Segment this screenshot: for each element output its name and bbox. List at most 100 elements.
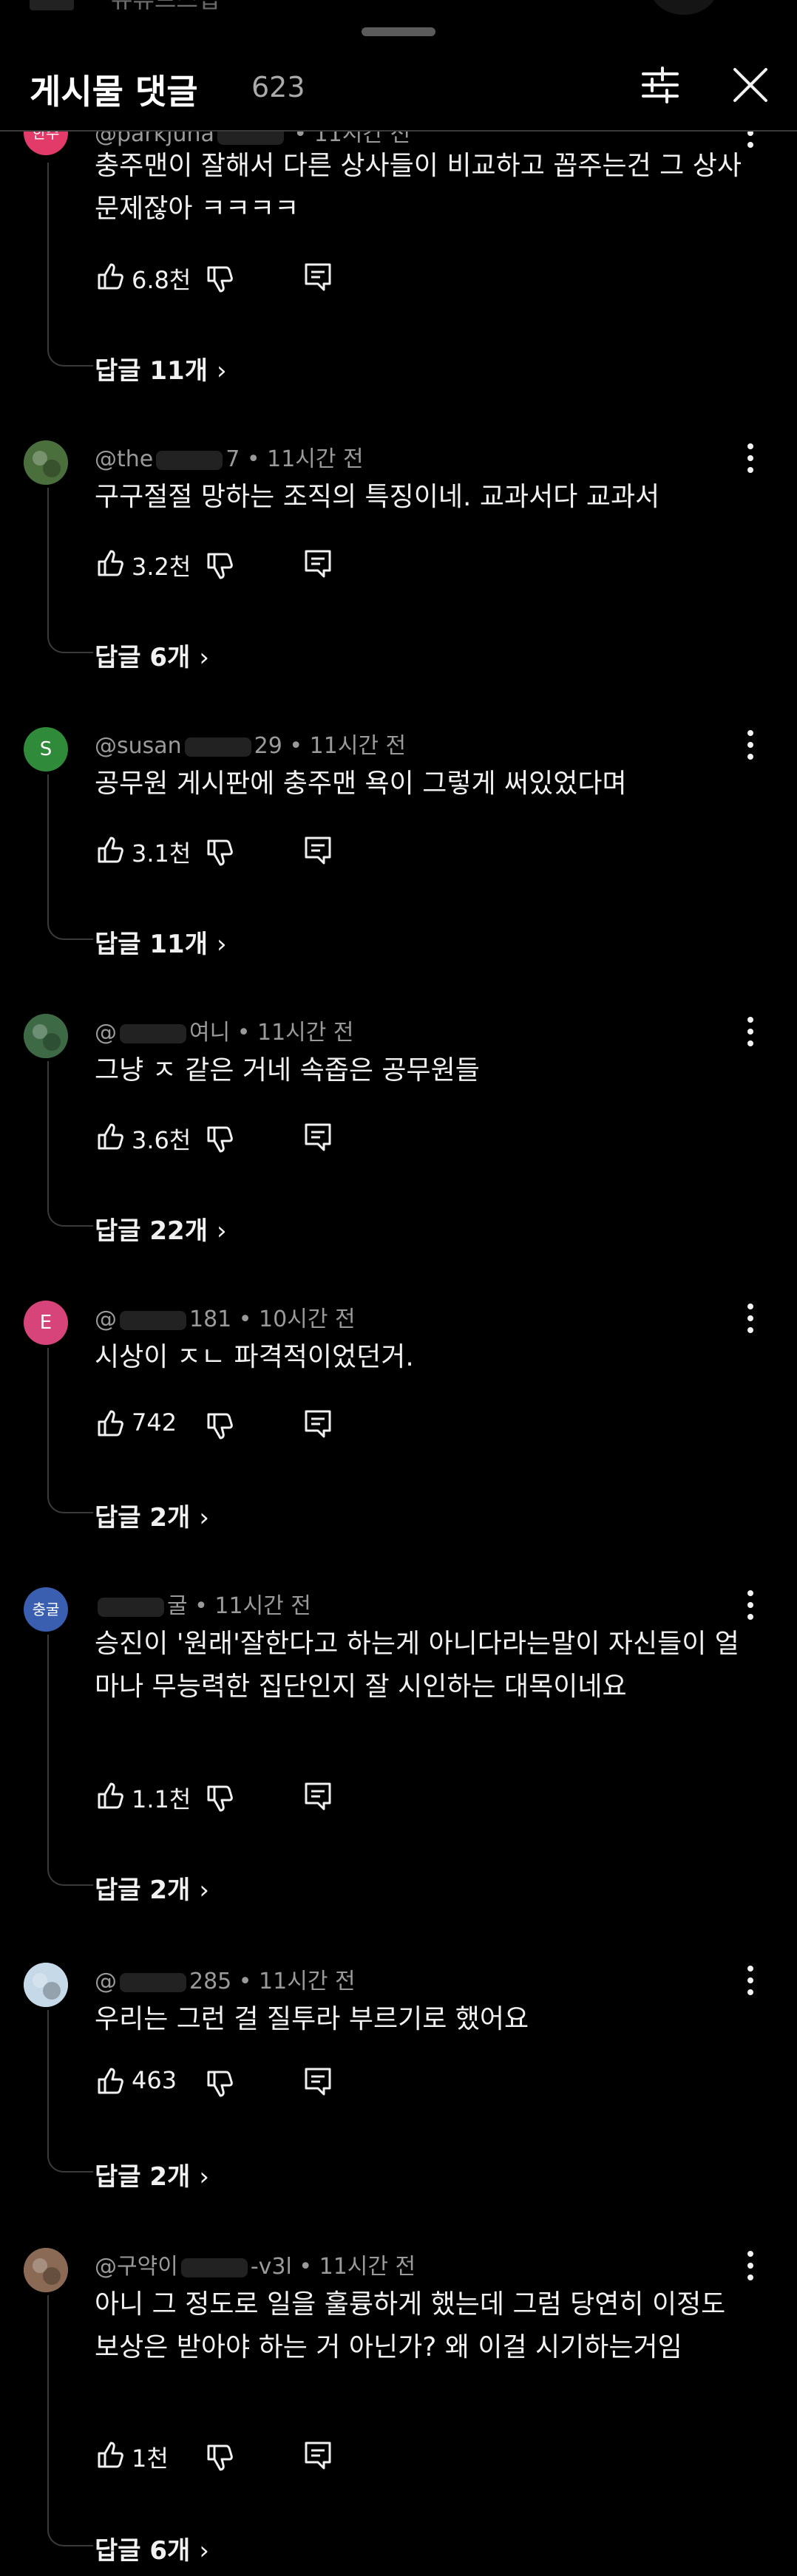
author-handle-suffix: 여니 [189,1020,231,1046]
more-options-icon[interactable] [732,1958,769,2003]
dislike-icon[interactable] [204,2068,237,2100]
dislike-icon[interactable] [204,1123,237,1156]
view-replies-button[interactable]: 답글 2개 › [95,1497,209,1533]
dislike-icon[interactable] [204,1410,237,1442]
thread-line [47,1635,93,1886]
avatar[interactable] [24,440,68,485]
background-button [651,0,717,15]
like-icon[interactable] [95,1407,127,1439]
comment-text: 공무원 게시판에 충주맨 욕이 그렇게 써있었다며 [95,769,627,799]
view-replies-button[interactable]: 답글 11개 › [95,350,227,386]
replies-label: 답글 11개 [95,356,208,386]
like-icon[interactable] [95,260,127,293]
author-handle[interactable]: @구약이 [95,2254,178,2280]
avatar[interactable] [24,1963,68,2007]
like-icon[interactable] [95,547,127,579]
like-count: 3.2천 [132,553,191,581]
author-handle-suffix: 굴 [167,1593,188,1619]
reply-icon[interactable] [302,1779,334,1812]
dislike-icon[interactable] [204,2442,237,2474]
comment-time: 11시간 전 [214,1593,311,1619]
chevron-right-icon: › [199,2162,209,2192]
like-icon[interactable] [95,1120,127,1153]
meta-separator: • [291,2254,319,2280]
redacted-handle [98,1597,164,1617]
avatar[interactable]: E [24,1301,68,1345]
avatar[interactable]: 충굴 [24,1587,68,1632]
view-replies-button[interactable]: 답글 11개 › [95,924,227,960]
like-icon[interactable] [95,2439,127,2471]
dislike-icon[interactable] [204,263,237,296]
page-title: 게시물 댓글 [30,72,198,112]
redacted-handle [120,1023,186,1043]
background-avatar [30,0,74,10]
more-options-icon[interactable] [732,436,769,480]
redacted-handle [120,1972,186,1992]
comment-meta: @285 • 11시간 전 [95,1963,356,1995]
redacted-handle [156,450,223,470]
drag-handle[interactable] [362,27,435,36]
filter-sliders-icon[interactable] [634,59,686,111]
dislike-icon[interactable] [204,1782,237,1815]
replies-label: 답글 6개 [95,2536,191,2566]
chevron-right-icon: › [199,643,209,672]
close-icon[interactable] [725,59,776,111]
meta-separator: • [231,1969,260,1994]
comment-actions: 742 [95,1404,612,1448]
more-options-icon[interactable] [732,2243,769,2288]
like-icon[interactable] [95,834,127,866]
view-replies-button[interactable]: 답글 2개 › [95,2156,209,2192]
like-count: 6.8천 [132,266,191,294]
more-options-icon[interactable] [732,723,769,767]
comment-actions: 1천 [95,2436,612,2480]
comment-meta: @181 • 10시간 전 [95,1301,356,1333]
view-replies-button[interactable]: 답글 6개 › [95,2530,209,2566]
more-options-icon[interactable] [732,1009,769,1054]
thread-line [47,488,93,653]
dislike-icon[interactable] [204,550,237,582]
dislike-icon[interactable] [204,836,237,869]
meta-separator: • [240,446,268,472]
reply-icon[interactable] [302,1407,334,1439]
reply-icon[interactable] [302,547,334,579]
author-handle[interactable]: @the [95,446,153,472]
like-count: 3.1천 [132,839,191,868]
thread-line [47,163,93,367]
comment-actions: 1.1천 [95,1776,612,1821]
thread-line [47,1061,93,1227]
comment-actions: 3.1천 [95,831,612,875]
comments-header: 게시물 댓글 623 [0,44,797,132]
author-handle[interactable]: @ [95,1020,117,1046]
avatar[interactable] [24,2248,68,2292]
avatar[interactable] [24,1014,68,1058]
author-handle[interactable]: @ [95,1969,117,1994]
like-icon[interactable] [95,1779,127,1812]
like-count: 1.1천 [132,1785,191,1813]
comment-time: 10시간 전 [259,1306,356,1332]
author-handle[interactable]: @ [95,1306,117,1332]
comment-text: 그냥 ㅈ 같은 거네 속좁은 공무원들 [95,1055,480,1086]
background-channel-name: 유튜브스텁 [111,0,220,15]
comment-time: 11시간 전 [309,733,407,759]
reply-icon[interactable] [302,2439,334,2471]
more-options-icon[interactable] [732,1296,769,1340]
redacted-handle [180,2258,248,2277]
author-handle-suffix: 181 [189,1306,232,1332]
more-options-icon[interactable] [732,1583,769,1627]
reply-icon[interactable] [302,834,334,866]
like-icon[interactable] [95,2065,127,2097]
comment-meta: 굴 • 11시간 전 [95,1587,311,1620]
chevron-right-icon: › [217,1216,227,1246]
comment-time: 11시간 전 [267,446,364,472]
reply-icon[interactable] [302,1120,334,1153]
view-replies-button[interactable]: 답글 2개 › [95,1870,209,1906]
author-handle[interactable]: @susan [95,733,182,759]
view-replies-button[interactable]: 답글 6개 › [95,637,209,673]
reply-icon[interactable] [302,2065,334,2097]
reply-icon[interactable] [302,260,334,293]
author-handle-suffix: 29 [254,733,282,759]
comment-meta: @ 여니 • 11시간 전 [95,1014,354,1046]
view-replies-button[interactable]: 답글 22개 › [95,1210,227,1247]
thread-line [47,1348,93,1513]
avatar[interactable]: S [24,727,68,771]
